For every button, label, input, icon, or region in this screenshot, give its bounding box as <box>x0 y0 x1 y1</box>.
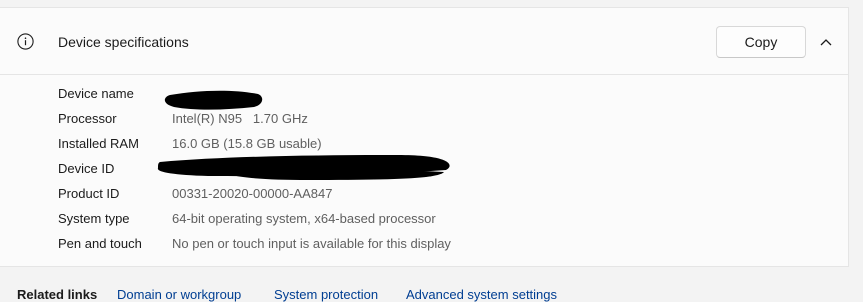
device-specifications-header[interactable]: Device specifications Copy <box>0 8 848 75</box>
device-id-redaction <box>157 155 450 180</box>
spec-value: 16.0 GB (15.8 GB usable) <box>172 136 322 151</box>
domain-or-workgroup-link[interactable]: Domain or workgroup <box>117 287 241 302</box>
spec-row-processor: Processor Intel(R) N95 1.70 GHz <box>58 108 838 133</box>
copy-button[interactable]: Copy <box>716 26 806 58</box>
spec-row-device-id: Device ID <box>58 155 838 183</box>
spec-label: Processor <box>58 111 117 126</box>
spec-row-device-name: Device name <box>58 83 838 110</box>
advanced-system-settings-link[interactable]: Advanced system settings <box>406 287 557 302</box>
spec-label: System type <box>58 211 130 226</box>
section-title: Device specifications <box>58 34 189 50</box>
related-links-bar: Related links Domain or workgroup System… <box>0 277 863 302</box>
chevron-up-icon[interactable] <box>818 36 834 48</box>
spec-row-system-type: System type 64-bit operating system, x64… <box>58 208 838 233</box>
spec-label: Product ID <box>58 186 120 201</box>
spec-label: Installed RAM <box>58 136 139 151</box>
device-specifications-card: Device specifications Copy Device name P… <box>0 7 849 267</box>
spec-value: No pen or touch input is available for t… <box>172 236 451 251</box>
spec-list: Device name Processor Intel(R) N95 1.70 … <box>58 83 838 258</box>
system-protection-link[interactable]: System protection <box>274 287 378 302</box>
spec-value: Intel(R) N95 1.70 GHz <box>172 111 308 126</box>
related-links-label: Related links <box>17 287 98 302</box>
spec-row-pen-and-touch: Pen and touch No pen or touch input is a… <box>58 233 838 258</box>
spec-value: 64-bit operating system, x64-based proce… <box>172 211 436 226</box>
spec-label: Pen and touch <box>58 236 142 251</box>
spec-value: 00331-20020-00000-AA847 <box>172 186 333 201</box>
spec-row-product-id: Product ID 00331-20020-00000-AA847 <box>58 183 838 208</box>
info-icon <box>17 33 34 50</box>
